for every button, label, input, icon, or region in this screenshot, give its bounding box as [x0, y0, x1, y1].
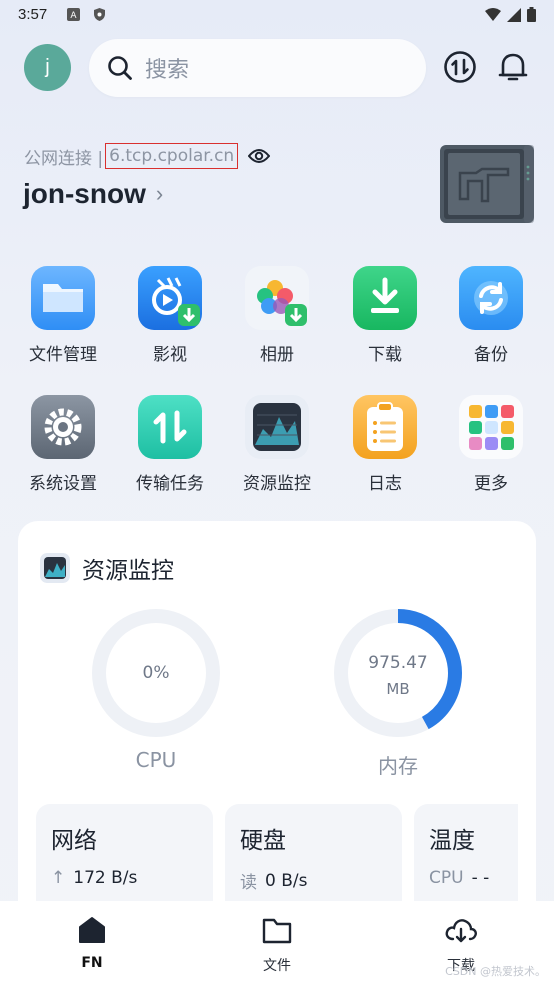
- monitor-icon: [40, 553, 70, 583]
- app-label: 下载: [368, 345, 402, 365]
- chevron-right-icon: ›: [155, 181, 164, 206]
- battery-icon: [527, 7, 536, 22]
- status-bar: 3:57 A: [0, 0, 554, 32]
- avatar-letter: j: [45, 56, 50, 78]
- transfer-sync-icon[interactable]: [443, 50, 477, 84]
- memory-label: 内存: [378, 754, 418, 778]
- temperature-value: - -: [471, 868, 490, 888]
- app-label: 系统设置: [29, 474, 97, 494]
- search-icon: [108, 56, 132, 80]
- memory-value: 975.47: [368, 653, 428, 673]
- app-system-settings[interactable]: 系统设置: [13, 395, 113, 494]
- app-label: 日志: [368, 474, 402, 494]
- monitor-icon: [245, 395, 309, 459]
- app-download[interactable]: 下载: [335, 266, 435, 365]
- status-indicators: [485, 7, 536, 22]
- search-placeholder: 搜索: [145, 58, 190, 83]
- nas-device-image: [440, 145, 534, 223]
- app-label: 传输任务: [136, 474, 204, 494]
- nav-label: FN: [81, 955, 103, 971]
- signal-icon: [507, 7, 521, 22]
- shield-icon: [94, 8, 105, 21]
- network-host: 6.tcp.cpolar.cn: [105, 143, 239, 169]
- watermark: CSDN @热爱技术。: [445, 965, 546, 978]
- svg-text:A: A: [70, 11, 77, 21]
- card-title-text: 资源监控: [82, 558, 174, 584]
- memory-unit: MB: [386, 680, 410, 698]
- disk-value: 0 B/s: [265, 870, 308, 891]
- network-title: 网络: [51, 828, 97, 854]
- transfer-icon: [138, 395, 202, 459]
- card-title: 资源监控: [40, 551, 174, 585]
- cpu-gauge: 0%: [91, 608, 221, 738]
- app-label: 资源监控: [243, 474, 311, 494]
- search-bar[interactable]: 搜索: [89, 39, 426, 97]
- temperature-title: 温度: [429, 828, 475, 854]
- nav-files[interactable]: 文件: [237, 915, 317, 975]
- disk-read: 读 0 B/s: [240, 868, 308, 894]
- nav-label: 文件: [263, 958, 291, 974]
- app-label: 文件管理: [29, 345, 97, 365]
- cpu-label: CPU: [135, 748, 177, 772]
- temperature-key: CPU: [429, 868, 464, 888]
- photos-icon: [245, 266, 309, 330]
- folder-icon: [31, 266, 95, 330]
- folder-outline-icon: [262, 918, 292, 944]
- app-resource-monitor[interactable]: 资源监控: [227, 395, 327, 494]
- app-log[interactable]: 日志: [335, 395, 435, 494]
- app-label: 备份: [474, 345, 508, 365]
- settings-icon: [31, 395, 95, 459]
- nav-fn[interactable]: FN: [52, 915, 132, 971]
- app-file-manager[interactable]: 文件管理: [13, 266, 113, 365]
- avatar[interactable]: j: [24, 44, 71, 91]
- backup-icon: [459, 266, 523, 330]
- app-label: 更多: [474, 474, 508, 494]
- network-connection: 公网连接 | 6.tcp.cpolar.cn: [24, 143, 271, 169]
- temperature-cpu: CPU - -: [429, 868, 489, 888]
- app-more[interactable]: 更多: [441, 395, 541, 494]
- more-icon: [459, 395, 523, 459]
- disk-read-key: 读: [240, 873, 257, 893]
- app-photos[interactable]: 相册: [227, 266, 327, 365]
- home-icon: [79, 917, 105, 943]
- app-video[interactable]: 影视: [120, 266, 220, 365]
- bell-icon[interactable]: [496, 50, 530, 84]
- log-icon: [353, 395, 417, 459]
- memory-gauge: 975.47 MB: [333, 608, 463, 738]
- video-icon: [138, 266, 202, 330]
- network-label: 公网连接 |: [24, 148, 104, 169]
- cloud-download-icon: [445, 919, 477, 943]
- app-notification-icon: A: [67, 8, 80, 21]
- app-transfer-tasks[interactable]: 传输任务: [120, 395, 220, 494]
- device-name[interactable]: jon-snow ›: [23, 178, 163, 210]
- cpu-value: 0%: [142, 663, 170, 683]
- device-name-text: jon-snow: [23, 178, 146, 209]
- status-time: 3:57: [18, 6, 48, 23]
- app-label: 影视: [153, 345, 187, 365]
- network-value: 172 B/s: [73, 868, 138, 888]
- network-upload: ↑ 172 B/s: [51, 868, 137, 888]
- resource-monitor-card[interactable]: 资源监控 0% CPU 975.47 MB 内存 网络 ↑ 172 B/s 硬盘…: [18, 521, 536, 941]
- download-icon: [353, 266, 417, 330]
- wifi-icon: [485, 8, 501, 21]
- memory-gauge-ring: [334, 609, 462, 737]
- eye-icon[interactable]: [248, 148, 271, 164]
- disk-title: 硬盘: [240, 828, 286, 854]
- app-label: 相册: [260, 345, 294, 365]
- app-backup[interactable]: 备份: [441, 266, 541, 365]
- arrow-up-icon: ↑: [51, 868, 66, 888]
